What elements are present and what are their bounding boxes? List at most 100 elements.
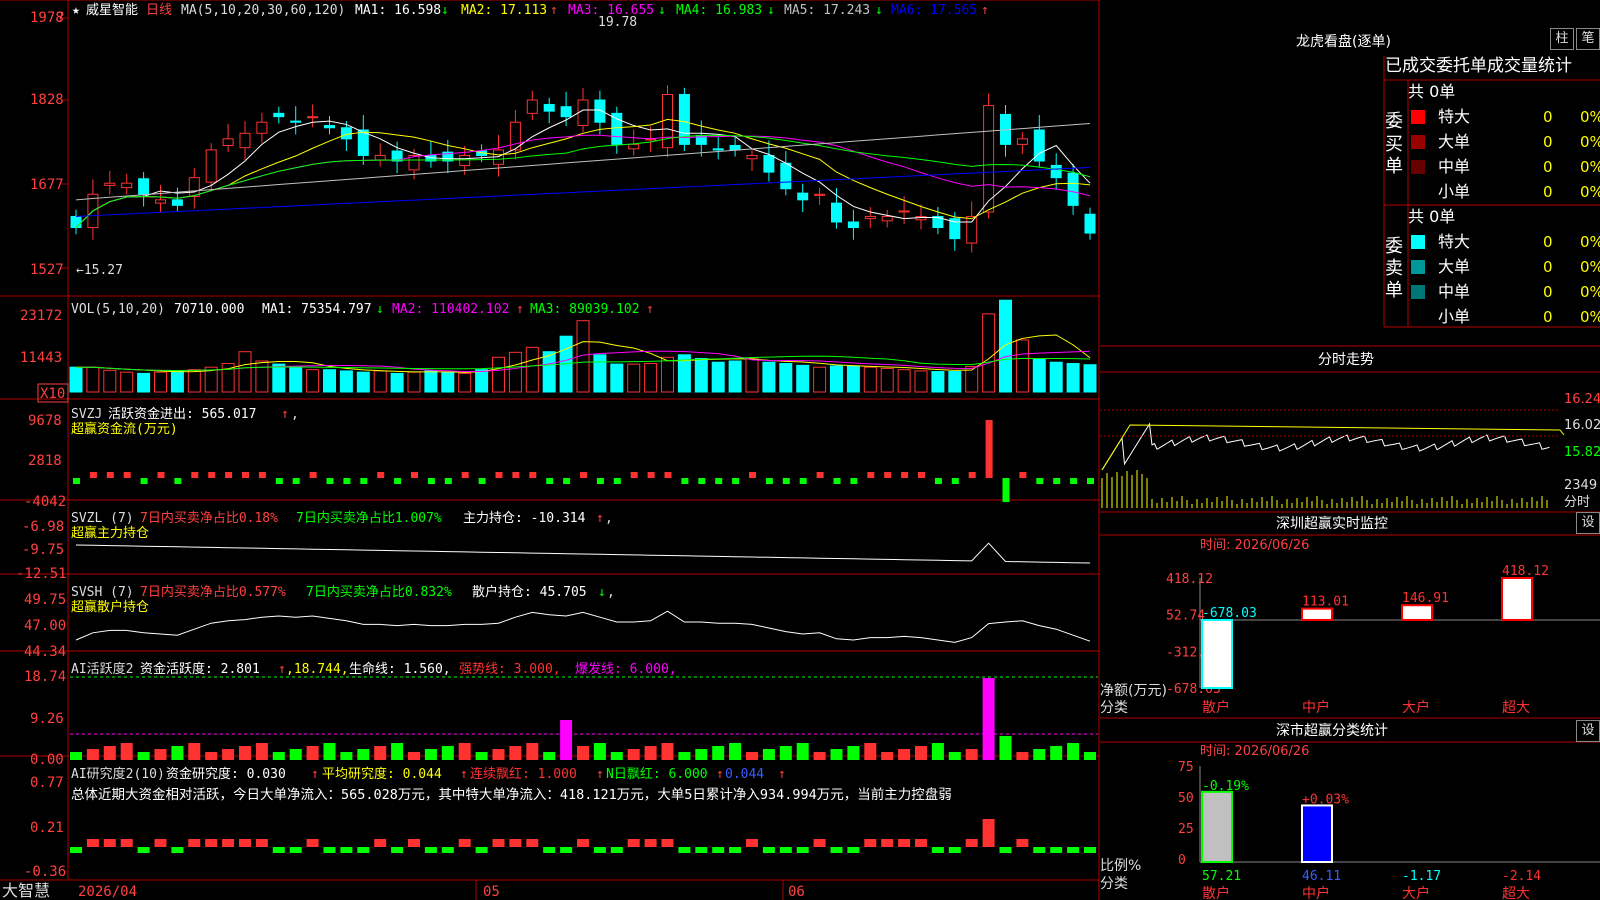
activity-bar	[762, 749, 775, 760]
chart-category-label: 大户	[1402, 699, 1430, 716]
chart-category-label: 中户	[1302, 699, 1330, 716]
activity-bar	[644, 746, 657, 760]
research-bar	[86, 839, 99, 847]
sz-monitor-settings-button[interactable]: 设	[1576, 512, 1600, 534]
svzj-bar	[884, 472, 892, 478]
research-bar	[762, 847, 775, 853]
buy-label-1: 委	[1385, 111, 1403, 132]
bar-mode-label: 柱	[1555, 31, 1569, 46]
research-bar	[999, 847, 1012, 853]
ai-act-a1: ↑	[278, 662, 286, 677]
order-pct: 0%	[1580, 283, 1600, 301]
svzj-bar	[698, 478, 706, 484]
order-count: 0	[1543, 108, 1553, 126]
activity-bar	[509, 746, 522, 760]
svzj-bar	[580, 472, 587, 478]
candle-body	[526, 99, 538, 114]
volume-bar	[69, 366, 83, 393]
research-bar	[644, 839, 657, 847]
svzj-bar	[1053, 478, 1061, 484]
candle-body	[577, 99, 589, 127]
price-axis-label: 1828	[30, 92, 64, 108]
activity-bar	[154, 749, 167, 760]
activity-bar	[424, 749, 437, 760]
lhb-tabs[interactable]: 已成交委托单成交量统计	[1385, 56, 1572, 76]
research-bar	[898, 839, 911, 847]
chart-axis-label: 52.74	[1166, 609, 1205, 624]
chart-value-label: -2.14	[1502, 869, 1541, 884]
volume-bar	[982, 313, 996, 393]
intraday-title: 分时走势	[1318, 352, 1374, 368]
vol-ma1: MA1: 75354.797	[262, 302, 372, 317]
activity-bar	[340, 752, 353, 760]
volume-bar	[137, 372, 151, 393]
candle-body	[121, 182, 133, 189]
volume-bar	[255, 360, 269, 393]
tick-mode-button[interactable]: 笔	[1576, 28, 1600, 50]
order-count: 0	[1543, 233, 1553, 251]
volume-bar	[1066, 362, 1080, 393]
svzj-bar	[1019, 472, 1027, 478]
activity-bar	[779, 746, 792, 760]
svzj-bar	[1087, 478, 1094, 484]
svzj-bar	[1070, 478, 1078, 484]
volume-bar	[458, 372, 472, 393]
svzl-line	[75, 542, 1091, 564]
research-bar	[560, 847, 573, 853]
vol-ma3-arrow: ↑	[646, 302, 654, 317]
svsh-title: SVSH (7)	[71, 585, 134, 600]
candle-body	[712, 148, 724, 151]
volume-bar	[525, 346, 539, 393]
order-pct: 0%	[1580, 133, 1600, 151]
svzj-bar	[444, 478, 452, 484]
buy-label-3: 单	[1385, 156, 1403, 177]
intraday-axis: 16.02	[1564, 418, 1600, 433]
bar-mode-button[interactable]: 柱	[1550, 28, 1574, 50]
chart-top-label: +0.03%	[1302, 792, 1349, 807]
svzj-arrow: ↑	[281, 407, 289, 422]
intraday-avg-line	[1101, 424, 1565, 471]
research-bar	[441, 847, 454, 853]
svzj-bar	[140, 478, 148, 484]
research-bar	[171, 847, 184, 853]
research-bar	[593, 847, 606, 853]
vol-title: VOL(5,10,20)	[71, 302, 165, 317]
svzj-bar	[157, 472, 165, 478]
chart-value-label: -1.17	[1402, 869, 1441, 884]
research-bar	[610, 847, 623, 853]
date-label: 05	[483, 884, 500, 900]
svzj-bar	[782, 478, 790, 484]
ai-act-p4: 强势线: 3.000,	[459, 661, 561, 677]
svzj-bar	[461, 472, 469, 478]
svzj-bar	[208, 472, 216, 478]
volume-bar	[610, 363, 624, 393]
ai-act-p3: 生命线: 1.560,	[349, 661, 451, 677]
candle-body	[171, 199, 183, 206]
ai-res-a4: ↑	[716, 767, 724, 782]
candle-body	[290, 120, 302, 123]
svzj-axis-label: 2818	[28, 453, 62, 469]
activity-bar	[813, 752, 826, 760]
activity-bar	[103, 746, 116, 760]
sz-monitor-ylabel: 净额(万元)	[1100, 683, 1167, 699]
star-icon[interactable]: ★	[72, 3, 80, 18]
svzl-arrow: ↑	[596, 511, 604, 526]
research-bar	[239, 839, 251, 847]
research-bar	[982, 819, 995, 847]
sz-class-settings-button[interactable]: 设	[1576, 720, 1600, 742]
volume-bar	[323, 369, 336, 393]
candle-body	[847, 221, 859, 229]
volume-bar	[289, 366, 303, 393]
research-bar	[424, 847, 437, 853]
color-swatch	[1411, 135, 1425, 149]
volume-bar	[694, 358, 708, 393]
svzj-bar	[596, 478, 604, 484]
candle-body	[814, 193, 826, 196]
period-label[interactable]: 日线	[146, 3, 172, 18]
chart-canvas[interactable]: -678.03-312.6552.74418.12-678.03散户113.01…	[0, 0, 1600, 900]
vol-ma1-arrow: ↓	[376, 302, 384, 317]
svzj-bar	[529, 472, 537, 478]
activity-bar	[239, 746, 251, 760]
volume-bar	[796, 364, 810, 393]
ai-res-p1: 资金研究度: 0.030	[166, 766, 286, 782]
